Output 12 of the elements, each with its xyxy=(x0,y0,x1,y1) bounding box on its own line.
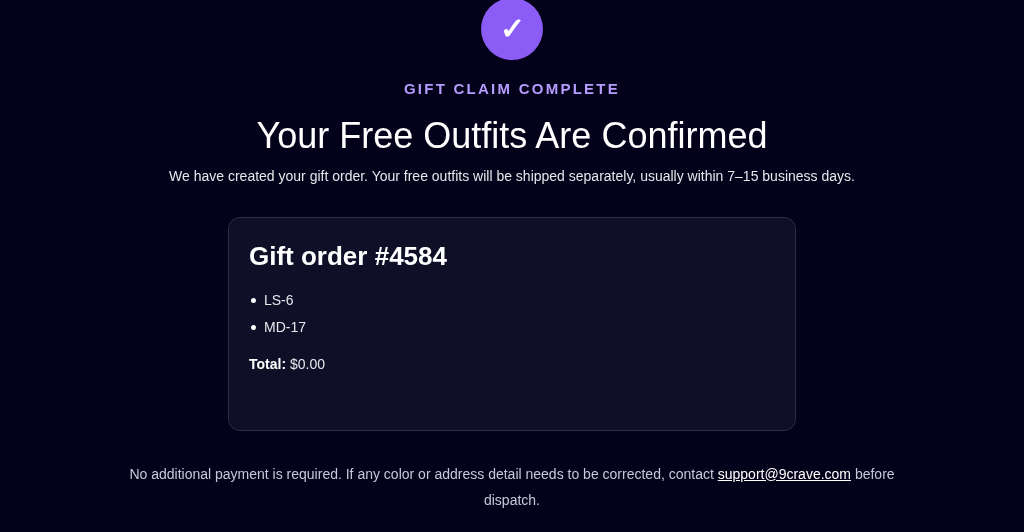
order-item: LS-6 xyxy=(264,291,294,310)
eyebrow-label: GIFT CLAIM COMPLETE xyxy=(403,79,621,99)
order-heading: Gift order #4584 xyxy=(249,239,448,272)
success-badge: ✓ xyxy=(481,0,543,60)
page-title: Your Free Outfits Are Confirmed xyxy=(256,113,768,158)
bullet-icon xyxy=(251,298,256,303)
subtitle-text: We have created your gift order. Your free outfits will be shipped separately, usually within 7–15 business days. xyxy=(169,166,855,186)
support-email-link[interactable]: support@9crave.com xyxy=(717,465,851,482)
order-total: Total: $0.00 xyxy=(249,355,326,374)
order-item: MD-17 xyxy=(264,318,306,337)
bullet-icon xyxy=(251,325,256,330)
footer-note: No additional payment is required. If any color or address detail needs to be corrected, contact support@9crave.com before dispatch. xyxy=(128,464,896,510)
